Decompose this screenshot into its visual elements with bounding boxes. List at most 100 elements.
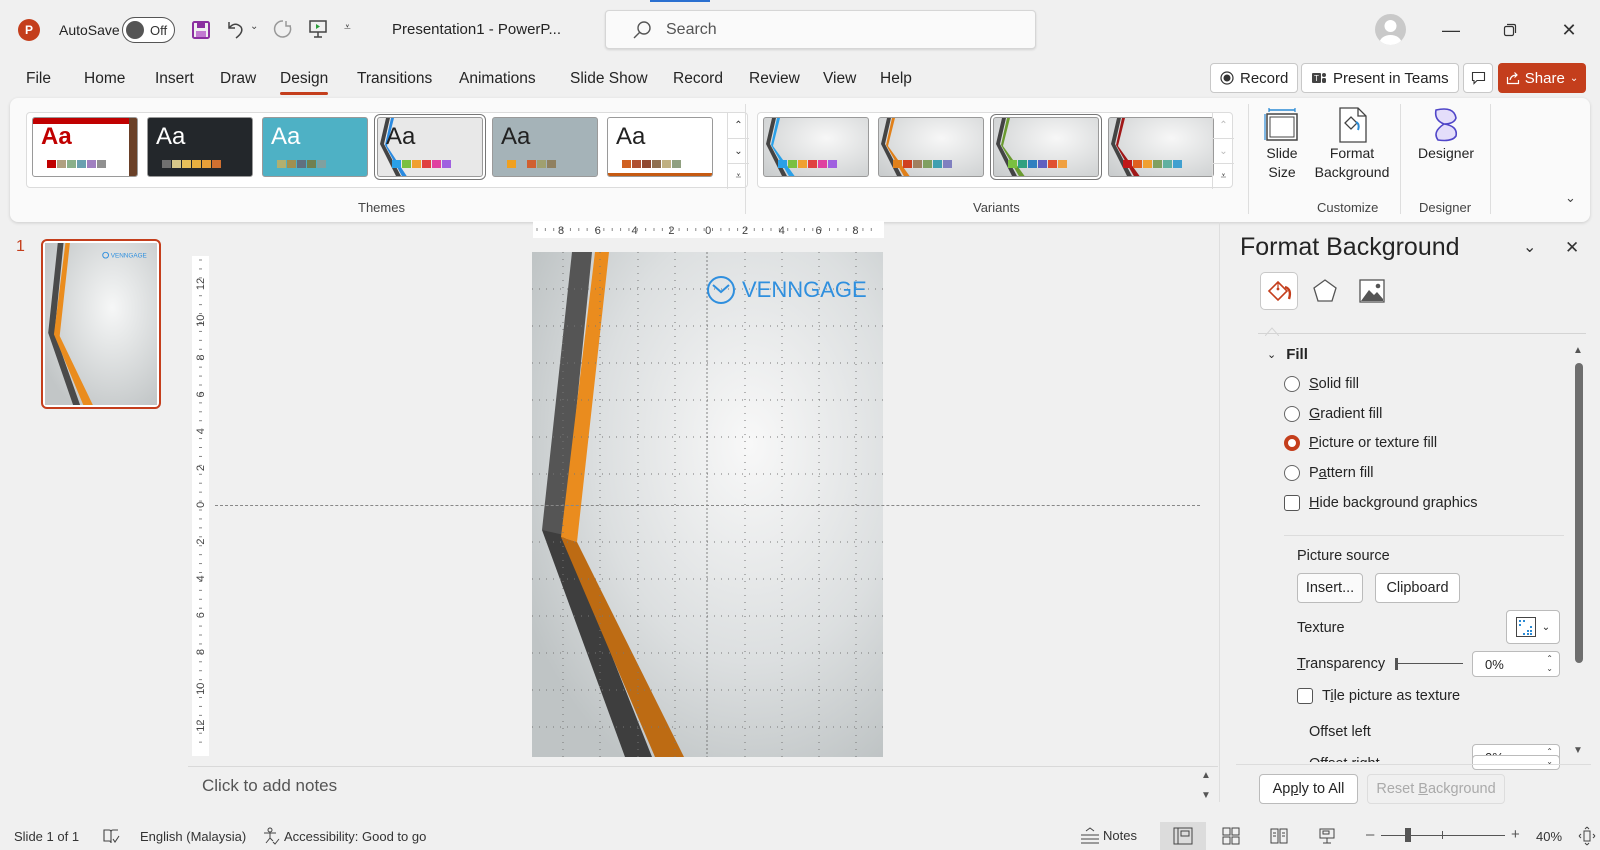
share-button[interactable]: Share ⌄ [1498, 63, 1586, 93]
offset-right-spinner[interactable]: 0% [1472, 755, 1560, 762]
radio-button[interactable] [1284, 406, 1300, 422]
account-avatar[interactable] [1375, 14, 1406, 45]
picture-tab[interactable] [1353, 272, 1391, 310]
restore-icon[interactable] [1487, 14, 1533, 46]
spelling-icon[interactable] [102, 828, 120, 845]
pane-scroll-thumb[interactable] [1575, 363, 1583, 663]
pane-scroll-down-icon[interactable]: ▼ [1573, 745, 1583, 756]
normal-view-button[interactable] [1160, 822, 1206, 850]
radio-gradient-fill[interactable]: Gradient fill [1284, 406, 1382, 422]
insert-picture-button[interactable]: Insert... [1297, 573, 1363, 603]
accessibility-status[interactable]: Accessibility: Good to go [284, 829, 426, 844]
fit-to-window-icon[interactable] [1578, 826, 1596, 846]
variants-down-icon[interactable]: ⌄ [1213, 139, 1234, 165]
tab-insert[interactable]: Insert [155, 70, 194, 88]
minimize-icon[interactable]: — [1428, 14, 1474, 46]
theme-thumbnail[interactable]: Aa [492, 117, 598, 177]
slider-thumb[interactable] [1395, 658, 1398, 670]
tab-home[interactable]: Home [84, 70, 125, 88]
radio-button[interactable] [1284, 465, 1300, 481]
tab-animations[interactable]: Animations [459, 70, 536, 88]
scroll-up-icon[interactable]: ▲ [1201, 770, 1211, 781]
collapse-ribbon-icon[interactable]: ⌄ [1565, 190, 1576, 206]
tile-picture-checkbox[interactable]: Tile picture as texture [1297, 688, 1460, 704]
theme-thumbnail[interactable]: Aa [262, 117, 368, 177]
present-in-teams-button[interactable]: T Present in Teams [1301, 63, 1459, 93]
checkbox-hide-background-graphics[interactable]: Hide background graphics [1284, 495, 1477, 511]
variant-thumbnail[interactable] [990, 114, 1102, 180]
notes-area[interactable]: Click to add notes [188, 766, 1218, 802]
tab-help[interactable]: Help [880, 70, 912, 88]
accessibility-icon[interactable] [262, 827, 280, 845]
tab-draw[interactable]: Draw [220, 70, 256, 88]
record-button[interactable]: Record [1210, 63, 1299, 93]
autosave-toggle[interactable]: Off [122, 17, 175, 43]
theme-thumbnail[interactable]: Aa [147, 117, 253, 177]
save-icon[interactable] [188, 17, 214, 43]
variant-thumbnail[interactable] [878, 117, 984, 177]
checkbox[interactable] [1284, 495, 1300, 511]
slide-show-icon[interactable] [1318, 827, 1336, 845]
transparency-slider[interactable] [1395, 658, 1463, 670]
present-from-start-icon[interactable] [305, 16, 331, 42]
format-background-button[interactable]: Format Background [1312, 106, 1392, 182]
fill-section-header[interactable]: ⌄ Fill [1267, 346, 1308, 363]
radio-button[interactable] [1284, 435, 1300, 451]
zoom-level[interactable]: 40% [1536, 829, 1562, 844]
color-swatch [1163, 160, 1172, 168]
slide-number: 1 [16, 238, 25, 255]
tab-record[interactable]: Record [673, 70, 723, 88]
designer-button[interactable]: Designer [1406, 106, 1486, 163]
theme-thumbnail[interactable]: Aa [374, 114, 486, 180]
zoom-slider-track[interactable] [1381, 835, 1505, 836]
title-bar: P AutoSave Off ⌄ ⩡ Presentation1 - Power… [0, 0, 1600, 60]
texture-dropdown[interactable]: ⌄ [1506, 610, 1560, 644]
pane-options-icon[interactable]: ⌄ [1523, 237, 1536, 257]
apply-to-all-button[interactable]: Apply to All [1259, 774, 1358, 804]
customize-qat-icon[interactable]: ⩡ [344, 20, 351, 35]
notes-toggle[interactable]: Notes [1080, 826, 1137, 844]
tab-view[interactable]: View [823, 70, 856, 88]
tab-slide-show[interactable]: Slide Show [570, 70, 648, 88]
color-swatch [1173, 160, 1182, 168]
theme-thumbnail[interactable]: Aa [32, 117, 138, 177]
tab-file[interactable]: File [26, 70, 51, 88]
undo-icon[interactable] [222, 16, 248, 42]
fill-section-title: Fill [1286, 346, 1308, 363]
checkbox[interactable] [1297, 688, 1313, 704]
tab-review[interactable]: Review [749, 70, 800, 88]
radio-picture-or-texture-fill[interactable]: Picture or texture fill [1284, 435, 1437, 451]
variant-thumbnail[interactable] [763, 117, 869, 177]
theme-thumbnail[interactable]: Aa [607, 117, 713, 177]
slide-size-button[interactable]: Slide Size [1252, 106, 1312, 182]
variant-thumbnail[interactable] [1108, 117, 1214, 177]
reading-view-icon[interactable] [1270, 827, 1288, 845]
comments-button[interactable] [1463, 63, 1493, 93]
variants-more-icon[interactable]: ⩡ [1213, 164, 1234, 189]
scroll-down-icon[interactable]: ▼ [1201, 790, 1211, 801]
language[interactable]: English (Malaysia) [140, 829, 246, 844]
tab-transitions[interactable]: Transitions [357, 70, 432, 88]
transparency-spinner[interactable]: 0% ⌃ ⌄ [1472, 651, 1560, 677]
slide-sorter-icon[interactable] [1222, 827, 1240, 845]
fill-tab[interactable] [1260, 272, 1298, 310]
tab-design[interactable]: Design [280, 70, 329, 95]
undo-dropdown-icon[interactable]: ⌄ [250, 21, 258, 32]
zoom-in-icon[interactable]: + [1511, 826, 1520, 843]
clipboard-button[interactable]: Clipboard [1375, 573, 1460, 603]
search-box[interactable]: Search [605, 10, 1036, 49]
variants-up-icon[interactable]: ⌃ [1213, 113, 1234, 139]
pane-scroll-up-icon[interactable]: ▲ [1573, 345, 1583, 356]
slide-thumbnail[interactable]: VENNGAGE [41, 239, 161, 409]
zoom-out-icon[interactable]: – [1366, 826, 1374, 843]
pane-close-icon[interactable]: ✕ [1565, 238, 1579, 258]
redo-icon[interactable] [270, 16, 296, 42]
close-window-icon[interactable]: ✕ [1546, 14, 1592, 46]
pane-scrollbar[interactable]: ▲ ▼ [1572, 345, 1586, 760]
radio-pattern-fill[interactable]: Pattern fill [1284, 465, 1374, 481]
zoom-slider-thumb[interactable] [1405, 828, 1412, 842]
radio-solid-fill[interactable]: Solid fill [1284, 376, 1359, 392]
radio-button[interactable] [1284, 376, 1300, 392]
spinner-arrows-icon[interactable]: ⌃⌄ [1546, 654, 1553, 674]
effects-tab[interactable] [1306, 272, 1344, 310]
